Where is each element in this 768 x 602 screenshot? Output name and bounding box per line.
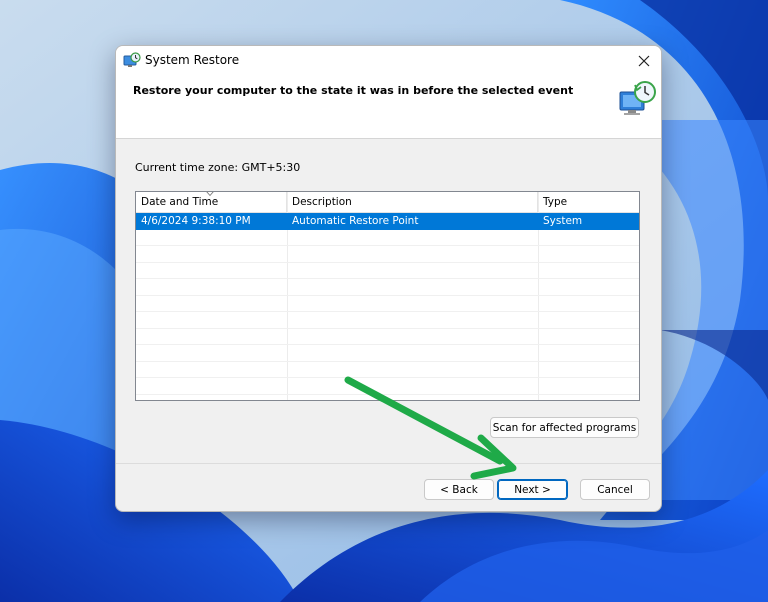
next-button[interactable]: Next > <box>497 479 568 500</box>
restore-point-list[interactable]: Date and Time Description Type 4/6/2024 … <box>135 191 640 401</box>
column-header-description[interactable]: Description <box>287 192 538 212</box>
empty-row <box>136 230 639 246</box>
empty-row <box>136 263 639 279</box>
header-instruction: Restore your computer to the state it wa… <box>133 84 574 97</box>
empty-row <box>136 329 639 345</box>
empty-row <box>136 279 639 296</box>
close-icon <box>638 55 650 67</box>
empty-row <box>136 296 639 312</box>
footer-separator <box>116 463 661 464</box>
empty-row <box>136 246 639 263</box>
column-header-type[interactable]: Type <box>538 192 639 212</box>
cell-description: Automatic Restore Point <box>292 215 419 227</box>
cancel-button[interactable]: Cancel <box>580 479 650 500</box>
list-header: Date and Time Description Type <box>136 192 639 213</box>
empty-row <box>136 378 639 395</box>
cell-type: System <box>543 215 583 227</box>
header-band: Restore your computer to the state it wa… <box>116 76 661 139</box>
timezone-label: Current time zone: GMT+5:30 <box>135 161 301 174</box>
empty-row <box>136 345 639 362</box>
cell-date: 4/6/2024 9:38:10 PM <box>141 215 251 227</box>
sort-descending-icon <box>206 192 214 197</box>
window-title: System Restore <box>145 53 240 67</box>
table-row[interactable]: 4/6/2024 9:38:10 PM Automatic Restore Po… <box>136 213 639 230</box>
column-header-date[interactable]: Date and Time <box>136 192 287 212</box>
system-restore-dialog: System Restore Restore your computer to … <box>115 45 662 512</box>
empty-row <box>136 362 639 378</box>
close-button[interactable] <box>627 46 661 76</box>
title-bar: System Restore <box>116 46 661 76</box>
restore-computer-icon <box>619 81 656 115</box>
empty-row <box>136 312 639 329</box>
list-rows: 4/6/2024 9:38:10 PM Automatic Restore Po… <box>136 213 639 395</box>
back-button[interactable]: < Back <box>424 479 494 500</box>
system-restore-icon <box>123 52 141 67</box>
scan-affected-programs-button[interactable]: Scan for affected programs <box>490 417 639 438</box>
